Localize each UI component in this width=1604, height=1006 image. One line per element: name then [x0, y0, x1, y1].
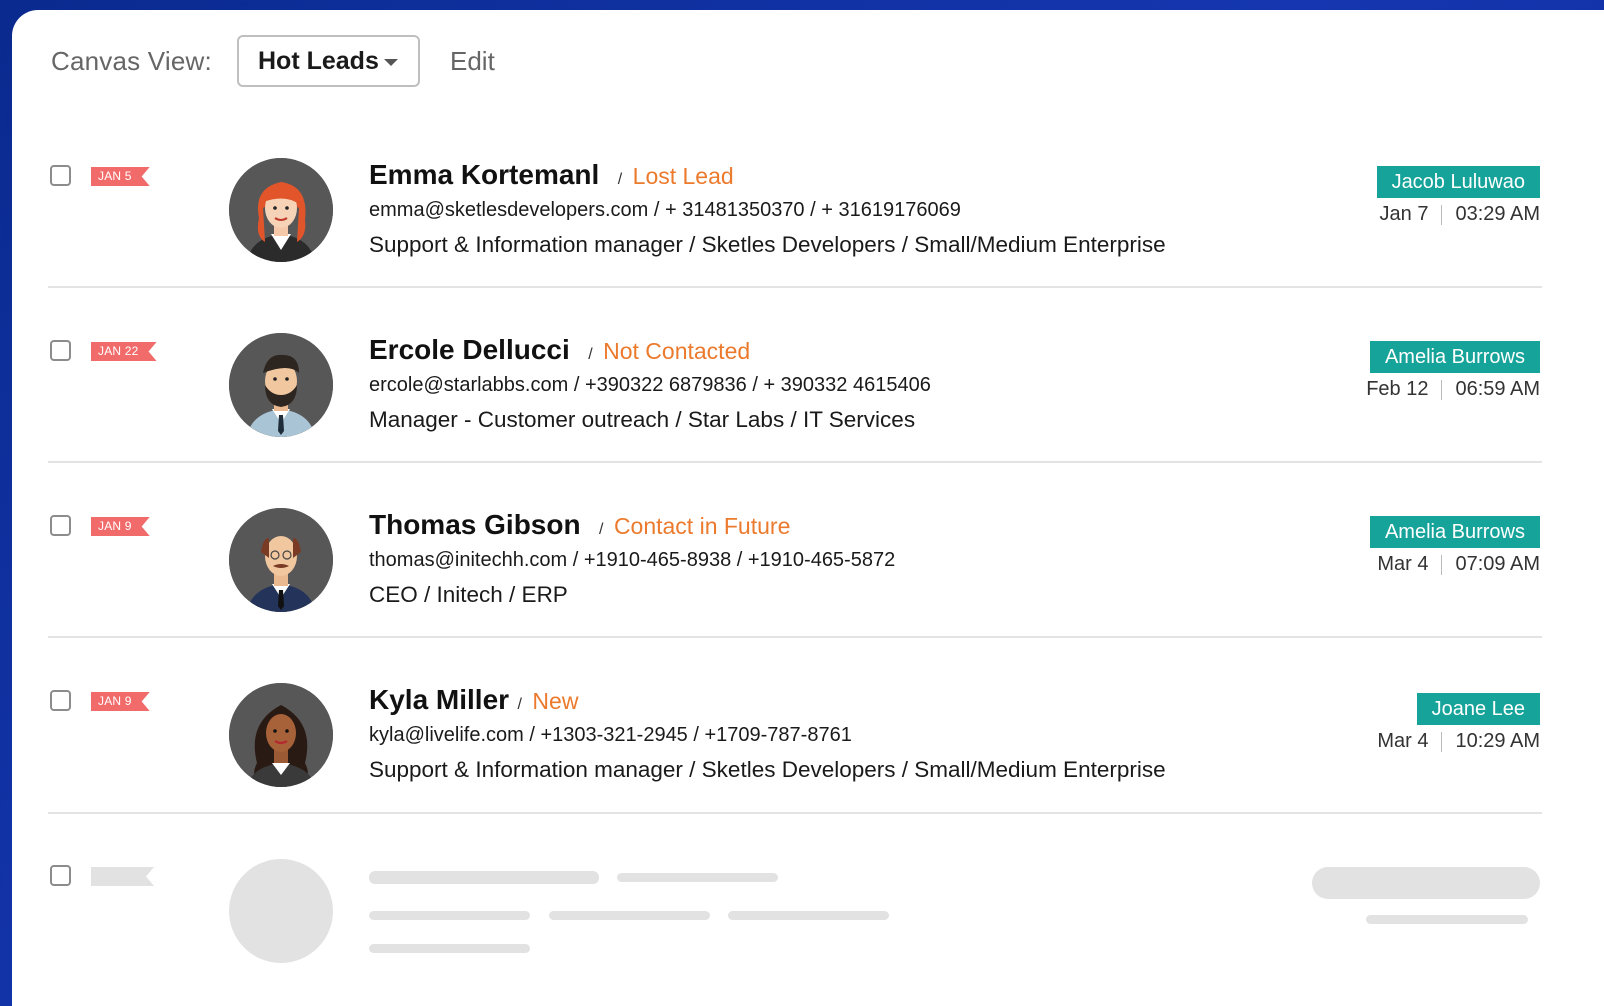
- lead-time: 03:29 AM: [1455, 203, 1540, 225]
- lead-date: Feb 12: [1366, 378, 1429, 400]
- lead-title: Thomas Gibson / Contact in Future: [369, 509, 790, 541]
- lead-time: 07:09 AM: [1455, 553, 1540, 575]
- lead-contact: emma@sketlesdevelopers.com / + 314813503…: [369, 199, 961, 221]
- canvas-view-dropdown[interactable]: Hot Leads: [237, 35, 420, 87]
- owner-badge[interactable]: Joane Lee: [1416, 693, 1540, 725]
- lead-timestamp: Jan 7 03:29 AM: [1380, 203, 1540, 226]
- row-divider: [48, 286, 1542, 288]
- separator: [1441, 204, 1443, 225]
- contact-placeholder: [728, 911, 889, 920]
- row-divider: [48, 812, 1542, 814]
- lead-date: Jan 7: [1379, 203, 1429, 225]
- owner-badge[interactable]: Jacob Luluwao: [1376, 166, 1540, 198]
- lead-meta: Support & Information manager / Sketles …: [369, 232, 1166, 257]
- lead-row[interactable]: JAN 5 Emma Kortemanl / Lost Lead emma@sk…: [12, 148, 1604, 323]
- lead-timestamp: Mar 4 10:29 AM: [1377, 730, 1540, 753]
- select-checkbox[interactable]: [50, 515, 71, 536]
- meta-placeholder: [369, 944, 530, 953]
- separator: [1441, 731, 1443, 752]
- avatar: [229, 158, 333, 262]
- date-tag: JAN 22: [91, 342, 157, 361]
- owner-badge[interactable]: Amelia Burrows: [1369, 341, 1540, 373]
- edit-button[interactable]: Edit: [450, 46, 495, 77]
- separator: /: [617, 171, 623, 188]
- date-tag-placeholder: [91, 867, 154, 886]
- date-tag: JAN 9: [91, 692, 150, 711]
- chevron-down-icon: [384, 59, 398, 66]
- lead-row[interactable]: JAN 9 Thomas Gibson / Contact in Future …: [12, 498, 1604, 673]
- lead-timestamp: Mar 4 07:09 AM: [1377, 553, 1540, 576]
- separator: /: [599, 521, 604, 538]
- lead-status: New: [532, 688, 579, 714]
- select-checkbox[interactable]: [50, 165, 71, 186]
- toolbar: Canvas View: Hot Leads Edit: [12, 10, 1604, 120]
- row-divider: [48, 636, 1542, 638]
- owner-badge[interactable]: Amelia Burrows: [1369, 516, 1540, 548]
- lead-meta: Manager - Customer outreach / Star Labs …: [369, 407, 916, 432]
- date-tag: JAN 9: [91, 517, 150, 536]
- lead-timestamp: Feb 12 06:59 AM: [1366, 378, 1540, 401]
- separator: /: [517, 696, 522, 713]
- canvas-view-selected: Hot Leads: [258, 46, 379, 75]
- avatar-placeholder: [229, 859, 333, 963]
- lead-title: Ercole Dellucci / Not Contacted: [369, 334, 750, 366]
- row-divider: [48, 461, 1542, 463]
- date-tag: JAN 5: [91, 167, 150, 186]
- lead-contact: kyla@livelife.com / +1303-321-2945 / +17…: [369, 724, 852, 746]
- lead-row[interactable]: JAN 9 Kyla Miller / New kyla@livelife.co…: [12, 673, 1604, 848]
- avatar: [229, 683, 333, 787]
- lead-contact: thomas@initechh.com / +1910-465-8938 / +…: [369, 549, 896, 571]
- contact-placeholder: [549, 911, 710, 920]
- select-checkbox[interactable]: [50, 690, 71, 711]
- select-checkbox[interactable]: [50, 340, 71, 361]
- leads-panel: Canvas View: Hot Leads Edit JAN 5 Emma K…: [12, 10, 1604, 1006]
- lead-time: 10:29 AM: [1455, 730, 1540, 752]
- separator: [1441, 379, 1443, 400]
- lead-meta: Support & Information manager / Sketles …: [369, 757, 1166, 782]
- lead-name[interactable]: Emma Kortemanl: [369, 159, 599, 190]
- lead-name[interactable]: Kyla Miller: [369, 684, 509, 715]
- lead-name[interactable]: Ercole Dellucci: [369, 334, 570, 365]
- lead-time: 06:59 AM: [1455, 378, 1540, 400]
- lead-title: Emma Kortemanl / Lost Lead: [369, 159, 734, 191]
- timestamp-placeholder: [1366, 915, 1528, 924]
- lead-status: Lost Lead: [632, 163, 734, 189]
- lead-status: Not Contacted: [603, 338, 751, 364]
- lead-title: Kyla Miller / New: [369, 684, 578, 716]
- avatar: [229, 333, 333, 437]
- lead-contact: ercole@starlabbs.com / +390322 6879836 /…: [369, 374, 931, 396]
- lead-date: Mar 4: [1377, 553, 1429, 575]
- separator: [1441, 554, 1443, 575]
- select-checkbox[interactable]: [50, 865, 71, 886]
- name-placeholder: [369, 871, 599, 884]
- lead-meta: CEO / Initech / ERP: [369, 582, 568, 607]
- lead-date: Mar 4: [1377, 730, 1429, 752]
- lead-name[interactable]: Thomas Gibson: [369, 509, 581, 540]
- avatar: [229, 508, 333, 612]
- owner-placeholder: [1312, 867, 1540, 899]
- lead-status: Contact in Future: [613, 513, 791, 539]
- loading-row: [12, 848, 1604, 1006]
- canvas-view-label: Canvas View:: [51, 46, 212, 76]
- separator: /: [588, 346, 593, 363]
- contact-placeholder: [369, 911, 530, 920]
- status-placeholder: [617, 873, 778, 882]
- lead-row[interactable]: JAN 22 Ercole Dellucci / Not Contacted e…: [12, 323, 1604, 498]
